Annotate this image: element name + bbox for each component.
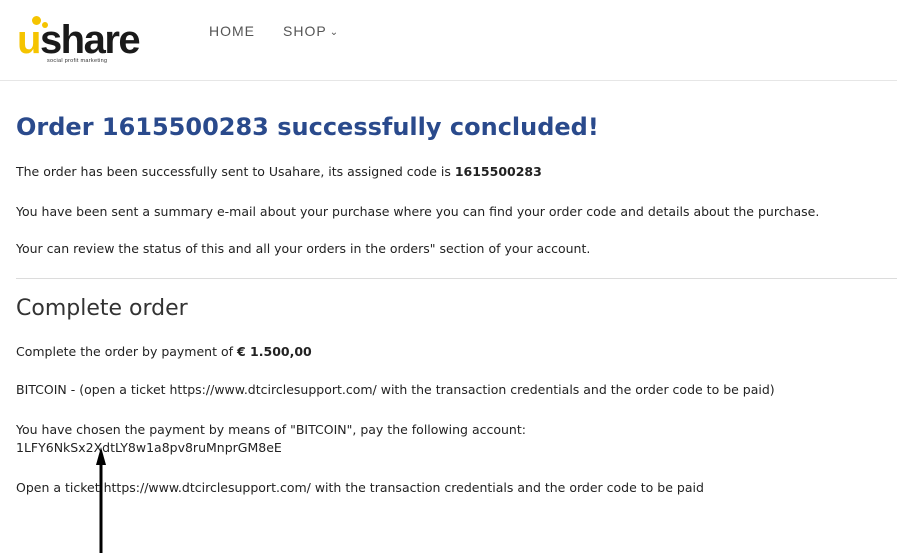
logo-tagline: social profit marketing — [47, 58, 108, 64]
bitcoin-account[interactable]: 1LFY6NkSx2XdtLY8w1a8pv8ruMnprGM8eE — [16, 439, 282, 457]
logo-wordmark: ushare — [17, 18, 141, 62]
arrow-up-icon — [96, 447, 106, 553]
payment-text: Complete the order by payment of € 1.500… — [16, 343, 312, 361]
payment-amount: € 1.500,00 — [237, 344, 312, 359]
ticket-instructions: Open a ticket https://www.dtcirclesuppor… — [16, 480, 704, 495]
order-sent-label: The order has been successfully sent to … — [16, 164, 455, 179]
chevron-down-icon: ⌄ — [329, 27, 340, 38]
bitcoin-instructions: BITCOIN - (open a ticket https://www.dtc… — [16, 382, 775, 397]
nav-shop[interactable]: SHOP ⌄ — [283, 23, 339, 39]
orders-review-text: Your can review the status of this and a… — [16, 241, 591, 256]
nav-home[interactable]: HOME — [209, 23, 255, 39]
payment-label: Complete the order by payment of — [16, 344, 237, 359]
site-header: ushare social profit marketing HOME SHOP… — [0, 0, 897, 81]
logo-u: u — [17, 18, 41, 62]
nav-home-label: HOME — [209, 23, 255, 39]
nav-shop-label: SHOP — [283, 23, 327, 39]
order-sent-text: The order has been successfully sent to … — [16, 163, 542, 181]
page-title: Order 1615500283 successfully concluded! — [16, 113, 599, 141]
ushare-logo[interactable]: ushare social profit marketing — [17, 16, 157, 68]
logo-share: share — [39, 18, 141, 62]
section-divider — [16, 278, 897, 279]
email-summary-text: You have been sent a summary e-mail abou… — [16, 204, 820, 219]
order-code: 1615500283 — [454, 164, 542, 179]
payment-method-text: You have chosen the payment by means of … — [16, 422, 526, 437]
section-title: Complete order — [16, 296, 188, 321]
